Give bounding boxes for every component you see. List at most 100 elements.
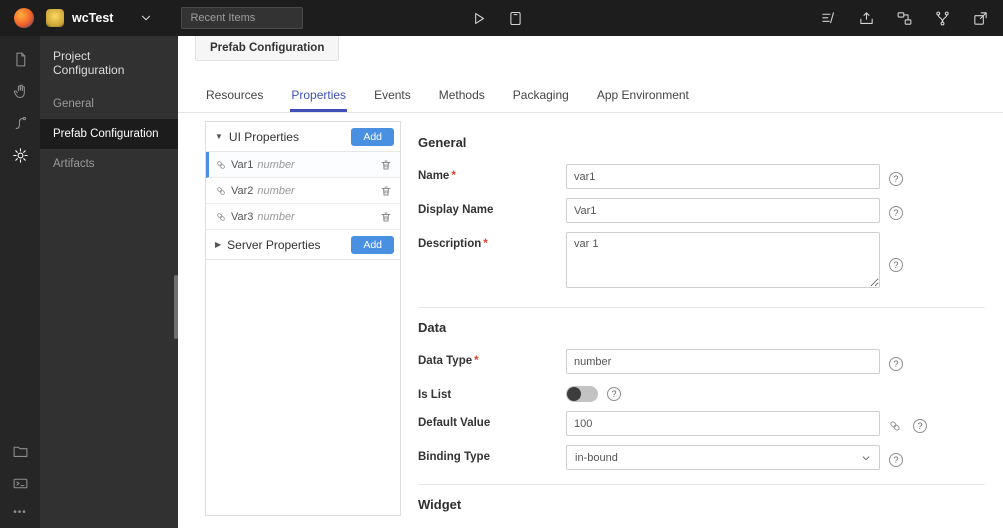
- content-area: ▼ UI Properties Add Var1 number Var2 num…: [178, 113, 1003, 528]
- display-name-input[interactable]: [566, 198, 880, 223]
- property-item-var1[interactable]: Var1 number: [206, 152, 400, 178]
- connect-icon: [897, 11, 912, 25]
- tab-resources[interactable]: Resources: [205, 88, 264, 112]
- sidenav-item-general[interactable]: General: [40, 89, 178, 119]
- preview-button[interactable]: [507, 10, 524, 27]
- link-icon: [890, 421, 900, 431]
- console-icon: [13, 478, 27, 489]
- help-icon[interactable]: ?: [889, 357, 903, 371]
- section-title-widget: Widget: [418, 497, 462, 512]
- delete-property-button[interactable]: [380, 185, 392, 197]
- add-ui-property-button[interactable]: Add: [351, 127, 394, 146]
- trash-icon: [381, 212, 391, 221]
- tab-bar: Resources Properties Events Methods Pack…: [178, 88, 1003, 113]
- play-icon: [475, 12, 484, 24]
- property-form: General Name* ? Display Name ? Descripti…: [418, 121, 985, 516]
- rail-item-project[interactable]: [12, 51, 29, 68]
- rail-item-files[interactable]: [12, 443, 29, 460]
- field-label: Name *: [418, 170, 456, 182]
- add-server-property-button[interactable]: Add: [351, 235, 394, 254]
- is-list-toggle[interactable]: [566, 386, 598, 402]
- export-button[interactable]: [972, 10, 989, 27]
- description-textarea[interactable]: var 1: [566, 232, 880, 288]
- icon-rail: •••: [0, 36, 40, 528]
- deploy-button[interactable]: [858, 10, 875, 27]
- section-divider: [418, 307, 985, 308]
- topbar: wcTest: [0, 0, 1003, 36]
- required-marker: *: [451, 170, 456, 182]
- delete-property-button[interactable]: [380, 159, 392, 171]
- default-value-input[interactable]: [566, 411, 880, 436]
- binding-type-select[interactable]: in-bound: [566, 445, 880, 470]
- server-properties-group-label[interactable]: Server Properties: [227, 238, 351, 252]
- ui-properties-group-header: ▼ UI Properties Add: [206, 122, 400, 152]
- field-label: Display Name: [418, 204, 494, 216]
- run-button[interactable]: [470, 10, 487, 27]
- data-type-input[interactable]: [566, 349, 880, 374]
- field-row-is-list: Is List ?: [418, 383, 985, 402]
- tab-app-environment[interactable]: App Environment: [596, 88, 690, 112]
- rail-item-apis[interactable]: [12, 115, 29, 132]
- tab-packaging[interactable]: Packaging: [512, 88, 570, 112]
- field-row-name: Name* ?: [418, 164, 985, 189]
- device-icon: [510, 11, 521, 25]
- deploy-icon: [860, 11, 873, 24]
- toggle-knob: [567, 387, 581, 401]
- property-name: Var2: [231, 184, 254, 197]
- expand-triangle-icon: ▶: [215, 240, 222, 249]
- properties-panel: ▼ UI Properties Add Var1 number Var2 num…: [205, 121, 401, 516]
- field-label: Is List: [418, 389, 452, 401]
- help-icon[interactable]: ?: [889, 172, 903, 186]
- help-icon[interactable]: ?: [913, 419, 927, 433]
- recent-items-input[interactable]: [181, 7, 304, 29]
- chevron-down-icon: [142, 15, 151, 21]
- sidenav-item-artifacts[interactable]: Artifacts: [40, 149, 178, 179]
- tab-properties[interactable]: Properties: [290, 88, 348, 112]
- project-switcher-chevron[interactable]: [139, 11, 153, 25]
- activity-log-button[interactable]: [820, 10, 837, 27]
- property-item-var2[interactable]: Var2 number: [206, 178, 400, 204]
- rail-item-console[interactable]: [12, 475, 29, 492]
- field-row-binding-type: Binding Type in-bound ?: [418, 445, 985, 470]
- help-icon[interactable]: ?: [889, 206, 903, 220]
- branch-button[interactable]: [934, 10, 951, 27]
- help-icon[interactable]: ?: [889, 258, 903, 272]
- tab-events[interactable]: Events: [373, 88, 412, 112]
- sidenav-header: Project Configuration: [53, 49, 125, 77]
- tab-methods[interactable]: Methods: [438, 88, 486, 112]
- section-title-data: Data: [418, 320, 447, 335]
- export-icon: [974, 11, 987, 25]
- rail-bottom-group: •••: [12, 443, 29, 518]
- property-type: number: [257, 210, 295, 223]
- ui-properties-group-label[interactable]: UI Properties: [229, 130, 351, 144]
- project-avatar[interactable]: [46, 9, 64, 27]
- trash-icon: [381, 160, 391, 169]
- field-label: Description *: [418, 238, 488, 250]
- link-icon: [216, 212, 226, 222]
- bind-value-button[interactable]: [889, 420, 901, 432]
- app-window: wcTest Recent Items ••• Project Configur…: [0, 0, 1003, 528]
- chevron-down-icon: [861, 453, 871, 463]
- help-icon[interactable]: ?: [607, 387, 621, 401]
- sidenav-item-prefab-configuration[interactable]: Prefab Configuration: [40, 119, 178, 149]
- property-item-var3[interactable]: Var3 number: [206, 204, 400, 230]
- collapse-triangle-icon: ▼: [215, 132, 223, 141]
- topbar-center-actions: [470, 0, 524, 36]
- rail-item-design[interactable]: [12, 83, 29, 100]
- connect-button[interactable]: [896, 10, 913, 27]
- activity-log-icon: [822, 11, 834, 23]
- property-name: Var1: [231, 158, 254, 171]
- help-icon[interactable]: ?: [889, 453, 903, 467]
- page-tab-prefab-configuration[interactable]: Prefab Configuration: [195, 36, 340, 61]
- required-marker: *: [474, 355, 479, 367]
- rail-item-settings[interactable]: [12, 147, 29, 164]
- binding-type-value: in-bound: [575, 451, 618, 464]
- app-logo: [14, 8, 34, 28]
- delete-property-button[interactable]: [380, 211, 392, 223]
- project-name[interactable]: wcTest: [72, 11, 113, 25]
- file-icon: [15, 52, 25, 67]
- server-properties-group-header: ▶ Server Properties Add: [206, 230, 400, 260]
- field-label: Data Type *: [418, 355, 479, 367]
- name-input[interactable]: [566, 164, 880, 189]
- rail-item-more[interactable]: •••: [13, 507, 27, 518]
